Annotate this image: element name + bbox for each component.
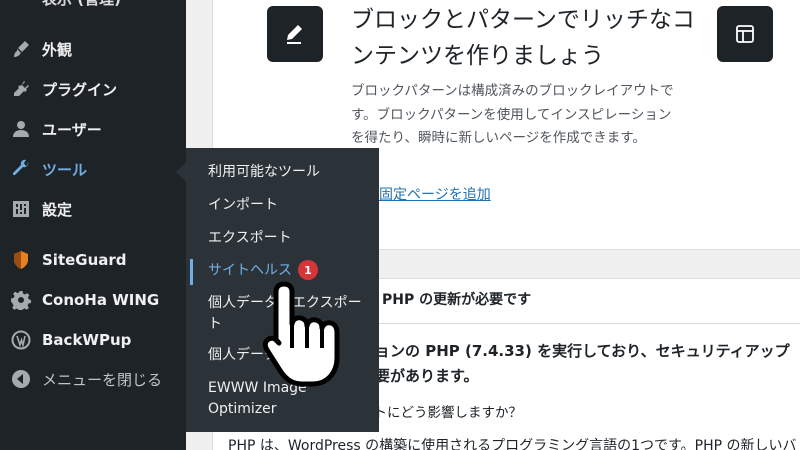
sidebar-item-label: 外観	[42, 40, 73, 59]
submenu-item-site-health[interactable]: サイトヘルス 1	[208, 260, 318, 282]
submenu-item-export[interactable]: エクスポート	[208, 228, 292, 249]
sidebar-item-plugins[interactable]: プラグイン	[0, 69, 186, 109]
submenu-item-import[interactable]: インポート	[208, 195, 278, 216]
sidebar-item-label: ツール	[42, 160, 88, 179]
submenu-label: 利用可能なツール	[208, 164, 320, 180]
gear-icon	[10, 289, 32, 311]
sidebar-item-tools[interactable]: ツール	[0, 149, 186, 189]
siteguard-icon	[10, 249, 32, 271]
settings-icon	[10, 198, 32, 220]
sidebar-item-conoha-wing[interactable]: ConoHa WING	[0, 280, 186, 320]
sidebar-item-backwpup[interactable]: BackWPup	[0, 320, 186, 360]
sidebar-item-label: メニューを閉じる	[42, 370, 163, 389]
wrench-icon	[10, 158, 32, 180]
current-indicator	[190, 259, 193, 285]
backwpup-icon	[10, 329, 32, 351]
sidebar-item-appearance[interactable]: 外観	[0, 29, 186, 69]
sidebar-item-label: SiteGuard	[42, 251, 127, 269]
sidebar-item-siteguard[interactable]: SiteGuard	[0, 240, 186, 280]
submenu-item-available-tools[interactable]: 利用可能なツール	[208, 162, 320, 183]
php-notice-line: ジョンの PHP (7.4.33) を実行しており、セキュリティアップ	[360, 342, 790, 360]
sidebar-item-users[interactable]: ユーザー	[0, 109, 186, 149]
notification-badge: 1	[298, 260, 318, 280]
layout-icon	[717, 6, 773, 62]
admin-sidebar: 表示 (管理) 外観 プラグイン ユーザー ツール 設定 SiteGu	[0, 0, 186, 450]
sidebar-item-label: ConoHa WING	[42, 291, 160, 309]
welcome-description: ブロックパターンは構成済みのブロックレイアウトです。ブロックパターンを使用してイ…	[351, 83, 674, 146]
sidebar-item-label: 設定	[42, 200, 73, 219]
php-notice-title: PHP の更新が必要です	[382, 292, 532, 308]
sidebar-item-label: ユーザー	[42, 120, 102, 139]
sidebar-item-label: BackWPup	[42, 331, 132, 349]
sidebar-item-label: プラグイン	[42, 80, 118, 99]
php-notice-body: PHP は、WordPress の構築に使用されるプログラミング言語の1つです。…	[228, 438, 797, 450]
paintbrush-icon	[10, 38, 32, 60]
collapse-menu-button[interactable]: メニューを閉じる	[0, 359, 186, 399]
submenu-label: サイトヘルス	[208, 262, 292, 279]
welcome-heading: ブロックとパターンでリッチなコンテンツを作りましょう	[351, 7, 695, 69]
submenu-label: エクスポート	[208, 230, 292, 246]
plugin-icon	[10, 78, 32, 100]
sidebar-item-settings[interactable]: 設定	[0, 189, 186, 229]
submenu-label: インポート	[208, 197, 278, 213]
edit-icon	[267, 6, 323, 62]
users-icon	[10, 118, 32, 140]
flyout-pointer	[176, 162, 186, 182]
sidebar-truncated-item[interactable]: 表示 (管理)	[42, 0, 121, 9]
php-notice-question: イトにどう影響しますか？	[360, 405, 522, 421]
collapse-icon	[10, 368, 32, 390]
hand-pointer-icon	[262, 281, 340, 387]
